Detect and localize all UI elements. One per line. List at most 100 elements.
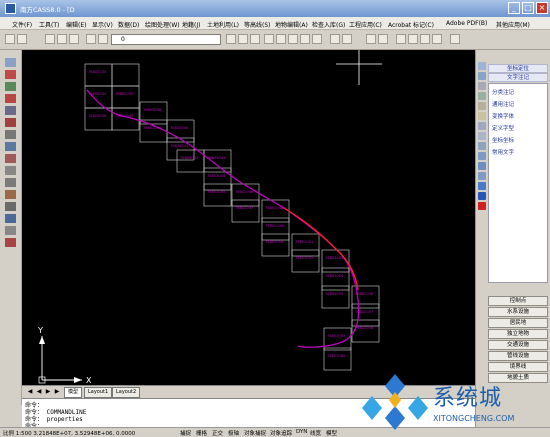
panel-tool-icon[interactable]	[478, 62, 486, 70]
maximize-button[interactable]: □	[522, 2, 534, 14]
rectangle-tool-icon[interactable]	[5, 106, 16, 115]
table-tool-icon[interactable]	[5, 214, 16, 223]
tab-layout2[interactable]: Layout2	[112, 387, 141, 398]
zoom-window-icon[interactable]	[300, 34, 310, 44]
polyline-tool-icon[interactable]	[5, 82, 16, 91]
polygon-tool-icon[interactable]	[5, 94, 16, 103]
toggle-grid[interactable]: 栅格	[196, 429, 207, 437]
panel-tool-icon[interactable]	[478, 112, 486, 120]
tab-model[interactable]: 模型	[64, 387, 83, 398]
minimize-button[interactable]: _	[508, 2, 520, 14]
menu-feature-edit[interactable]: 地物编辑(A)	[275, 20, 308, 29]
list-item[interactable]: 常用文字	[492, 148, 514, 156]
coordinate-locate-header[interactable]: 坐标定位	[488, 64, 548, 73]
close-button[interactable]: ×	[536, 2, 548, 14]
drawing-canvas[interactable]: 76802033 76802034 76802035 76802036 76802037…	[22, 50, 475, 385]
toggle-otrack[interactable]: 对象追踪	[270, 429, 292, 437]
region-tool-icon[interactable]	[5, 202, 16, 211]
layer-prev-icon[interactable]	[69, 34, 79, 44]
menu-file[interactable]: 文件(F)	[12, 20, 32, 29]
panel-tool-icon[interactable]	[478, 92, 486, 100]
list-item[interactable]: 变换字体	[492, 112, 514, 120]
bulb-icon[interactable]	[86, 34, 96, 44]
tab-last-icon[interactable]: ▶	[53, 387, 61, 396]
draw-line-icon[interactable]	[396, 34, 406, 44]
hatch-tool-icon[interactable]	[5, 190, 16, 199]
independent-feature-button[interactable]: 独立地物	[488, 329, 548, 339]
menu-engineering[interactable]: 工程应用(C)	[349, 20, 382, 29]
pan-icon[interactable]	[264, 34, 274, 44]
undo-icon[interactable]	[330, 34, 340, 44]
measure-icon[interactable]	[420, 34, 430, 44]
save-icon[interactable]	[238, 34, 248, 44]
toggle-lineweight[interactable]: 线宽	[310, 429, 321, 437]
panel-tool-icon[interactable]	[478, 102, 486, 110]
panel-tool-icon[interactable]	[478, 72, 486, 80]
list-item[interactable]: 坐标坐标	[492, 136, 514, 144]
residential-button[interactable]: 居民地	[488, 318, 548, 328]
menu-data[interactable]: 数据(D)	[118, 20, 139, 29]
tab-first-icon[interactable]: ◀	[26, 387, 34, 396]
toggle-polar[interactable]: 极轴	[228, 429, 239, 437]
panel-tool-icon[interactable]	[478, 202, 486, 210]
menu-adobe-pdf[interactable]: Adobe PDF(B)	[446, 20, 487, 27]
redo-icon[interactable]	[342, 34, 352, 44]
erase-tool-icon[interactable]	[5, 238, 16, 247]
block-tool-icon[interactable]	[5, 166, 16, 175]
toggle-model[interactable]: 模型	[326, 429, 337, 437]
spline-tool-icon[interactable]	[5, 142, 16, 151]
panel-tool-icon[interactable]	[478, 132, 486, 140]
print-icon[interactable]	[226, 34, 236, 44]
open-file-icon[interactable]	[17, 34, 27, 44]
tab-prev-icon[interactable]: ◀	[35, 387, 43, 396]
panel-tool-icon[interactable]	[478, 162, 486, 170]
layer-state-icon[interactable]	[57, 34, 67, 44]
mtext-tool-icon[interactable]	[5, 226, 16, 235]
menu-draw[interactable]: 绘图处理(W)	[145, 20, 180, 29]
menu-check[interactable]: 检查入库(G)	[312, 20, 345, 29]
preview-icon[interactable]	[250, 34, 260, 44]
circle-tool-icon[interactable]	[5, 130, 16, 139]
menu-cadastre[interactable]: 地籍(J)	[182, 20, 200, 29]
water-facility-button[interactable]: 水系设施	[488, 307, 548, 317]
panel-tool-icon[interactable]	[478, 152, 486, 160]
panel-tool-icon[interactable]	[478, 122, 486, 130]
list-item[interactable]: 定义字型	[492, 124, 514, 132]
polyline-icon[interactable]	[408, 34, 418, 44]
panel-tool-icon[interactable]	[478, 182, 486, 190]
boundary-button[interactable]: 境界线	[488, 362, 548, 372]
construction-line-icon[interactable]	[5, 70, 16, 79]
control-point-button[interactable]: 控制点	[488, 296, 548, 306]
panel-tool-icon[interactable]	[478, 142, 486, 150]
list-item[interactable]: 分类注记	[492, 88, 514, 96]
layer-manager-icon[interactable]	[45, 34, 55, 44]
toggle-dyn[interactable]: DYN	[296, 429, 307, 435]
arc-tool-icon[interactable]	[5, 118, 16, 127]
zoom-extents-icon[interactable]	[312, 34, 322, 44]
line-tool-icon[interactable]	[5, 58, 16, 67]
panel-tool-icon[interactable]	[478, 82, 486, 90]
point-tool-icon[interactable]	[5, 178, 16, 187]
panel-tool-icon[interactable]	[478, 192, 486, 200]
traffic-facility-button[interactable]: 交通设施	[488, 340, 548, 350]
panel-tool-icon[interactable]	[478, 172, 486, 180]
arc-icon[interactable]	[432, 34, 442, 44]
tab-layout1[interactable]: Layout1	[84, 387, 113, 398]
toggle-snap[interactable]: 捕捉	[180, 429, 191, 437]
layer-select[interactable]: 0	[111, 34, 221, 45]
help-icon[interactable]	[450, 34, 460, 44]
drawing-svg[interactable]: 7680203376802034 7680203576802036 76802037…	[22, 50, 475, 385]
pipeline-facility-button[interactable]: 管线设施	[488, 351, 548, 361]
toggle-osnap[interactable]: 对象捕捉	[244, 429, 266, 437]
menu-contour[interactable]: 等高线(S)	[244, 20, 271, 29]
zoom-in-icon[interactable]	[276, 34, 286, 44]
new-file-icon[interactable]	[5, 34, 15, 44]
menu-view[interactable]: 显示(V)	[92, 20, 113, 29]
menu-tools[interactable]: 工具(T)	[39, 20, 59, 29]
menu-acrobat[interactable]: Acrobat 标记(C)	[388, 20, 434, 29]
text-annotation-header[interactable]: 文字注记	[488, 73, 548, 82]
design-center-icon[interactable]	[378, 34, 388, 44]
zoom-out-icon[interactable]	[288, 34, 298, 44]
sun-icon[interactable]	[98, 34, 108, 44]
toggle-ortho[interactable]: 正交	[212, 429, 223, 437]
